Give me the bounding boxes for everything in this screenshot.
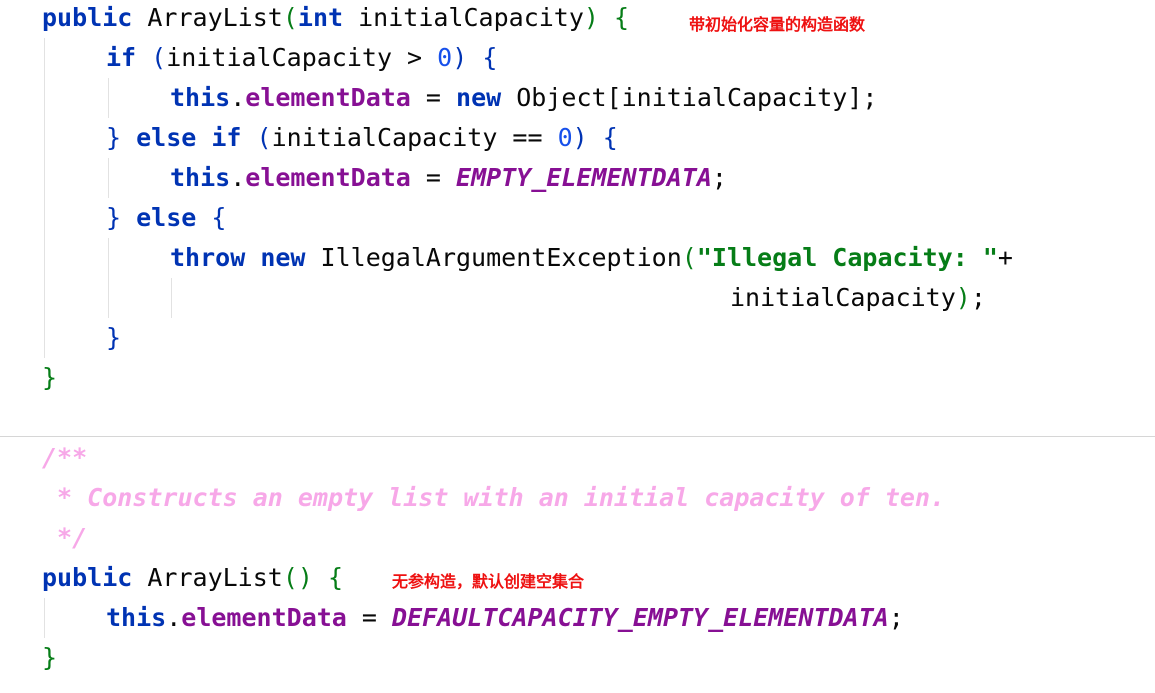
indent-guide	[108, 238, 109, 318]
brace: {	[328, 563, 344, 592]
paren: )	[583, 3, 599, 32]
field: elementData	[245, 83, 411, 112]
comment: /**	[42, 443, 88, 472]
code-line: this.elementData = new Object[initialCap…	[170, 78, 877, 118]
brace: }	[106, 123, 122, 152]
brace: }	[106, 203, 122, 232]
number: 0	[437, 43, 453, 72]
brace: {	[211, 203, 227, 232]
brace: {	[614, 3, 630, 32]
dot: .	[166, 603, 182, 632]
keyword: public	[42, 563, 133, 592]
operator: +	[997, 243, 1013, 272]
keyword: this	[106, 603, 167, 632]
identifier: initialCapacity	[358, 3, 584, 32]
annotation-label: 带初始化容量的构造函数	[689, 15, 866, 34]
operator: =	[410, 83, 457, 112]
semicolon: ;	[970, 283, 986, 312]
operator: =	[410, 163, 457, 192]
indent-guide	[108, 78, 109, 118]
code-line: } else {	[106, 198, 226, 238]
code-line: initialCapacity);	[730, 278, 986, 318]
keyword: new	[456, 83, 502, 112]
keyword: this	[170, 163, 231, 192]
code-line: }	[106, 318, 121, 358]
number: 0	[557, 123, 573, 152]
identifier: ArrayList	[147, 3, 283, 32]
keyword: new	[260, 243, 306, 272]
paren: ()	[282, 563, 313, 592]
field: elementData	[181, 603, 347, 632]
indent-guide	[108, 158, 109, 198]
paren: )	[955, 283, 971, 312]
paren: (	[681, 243, 697, 272]
expression: initialCapacity ==	[271, 123, 558, 152]
code-line: this.elementData = EMPTY_ELEMENTDATA;	[170, 158, 727, 198]
semicolon: ;	[711, 163, 727, 192]
semicolon: ;	[888, 603, 904, 632]
comment-line: /**	[42, 438, 87, 478]
paren: )	[452, 43, 468, 72]
constant: EMPTY_ELEMENTDATA	[456, 163, 712, 192]
paren: (	[256, 123, 272, 152]
brace: }	[42, 643, 58, 672]
paren: )	[572, 123, 588, 152]
indent-guide	[171, 278, 172, 318]
keyword: this	[170, 83, 231, 112]
comment-line: * Constructs an empty list with an initi…	[42, 478, 945, 518]
code-line: } else if (initialCapacity == 0) {	[106, 118, 618, 158]
code-line: public ArrayList() {	[42, 558, 343, 598]
string-literal: "Illegal Capacity: "	[696, 243, 998, 272]
indent-guide	[44, 598, 45, 638]
brace: }	[106, 323, 122, 352]
keyword: throw	[170, 243, 246, 272]
identifier: ArrayList	[147, 563, 283, 592]
comment: * Constructs an empty list with an initi…	[42, 483, 946, 512]
keyword: else	[136, 203, 197, 232]
field: elementData	[245, 163, 411, 192]
code-line: }	[42, 638, 57, 678]
operator: =	[346, 603, 393, 632]
annotation-label: 无参构造，默认创建空集合	[392, 572, 585, 591]
expression: Object[initialCapacity];	[516, 83, 878, 112]
code-editor[interactable]: public ArrayList(int initialCapacity) { …	[0, 0, 1155, 693]
indent-guide	[44, 38, 45, 358]
keyword: int	[297, 3, 344, 32]
keyword: else if	[136, 123, 242, 152]
code-line: public ArrayList(int initialCapacity) {	[42, 0, 629, 38]
identifier: initialCapacity	[730, 283, 956, 312]
keyword: public	[42, 3, 133, 32]
code-line: throw new IllegalArgumentException("Ille…	[170, 238, 1013, 278]
method-separator	[0, 436, 1155, 437]
class-name: IllegalArgumentException	[320, 243, 682, 272]
paren: (	[151, 43, 167, 72]
paren: (	[282, 3, 298, 32]
brace: {	[602, 123, 618, 152]
keyword: if	[106, 43, 137, 72]
code-line: if (initialCapacity > 0) {	[106, 38, 497, 78]
constant: DEFAULTCAPACITY_EMPTY_ELEMENTDATA	[392, 603, 889, 632]
code-line: this.elementData = DEFAULTCAPACITY_EMPTY…	[106, 598, 904, 638]
code-line: }	[42, 358, 57, 398]
comment: */	[42, 523, 88, 552]
comment-line: */	[42, 518, 87, 558]
expression: initialCapacity >	[166, 43, 438, 72]
brace: {	[482, 43, 498, 72]
dot: .	[230, 163, 246, 192]
brace: }	[42, 363, 58, 392]
dot: .	[230, 83, 246, 112]
